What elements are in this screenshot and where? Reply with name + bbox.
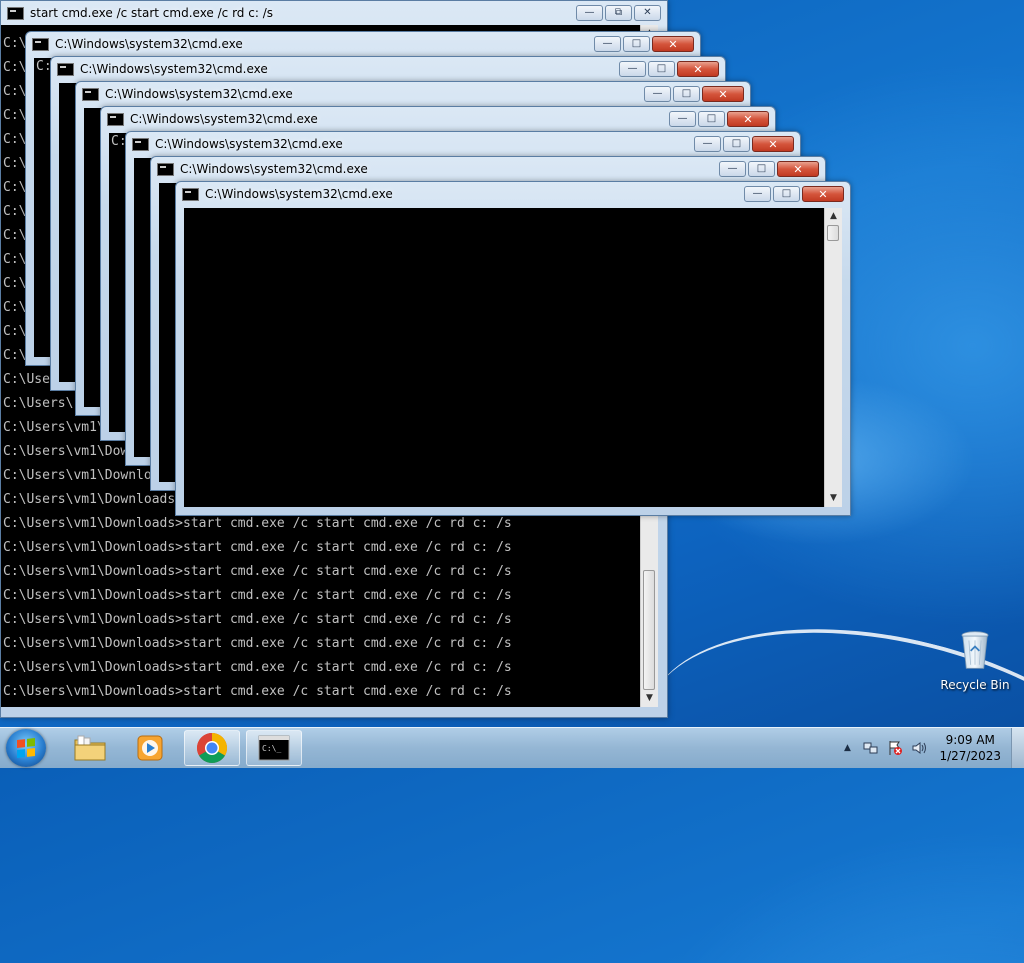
close-button[interactable]: ✕ — [752, 136, 794, 152]
cmd-icon — [132, 137, 149, 151]
minimize-button[interactable]: — — [594, 36, 621, 52]
recycle-bin-label: Recycle Bin — [940, 678, 1010, 692]
scroll-down-arrow-icon[interactable]: ▼ — [641, 690, 658, 707]
recycle-bin-desktop-icon[interactable]: Recycle Bin — [940, 630, 1010, 692]
vertical-scrollbar[interactable]: ▲ ▼ — [824, 208, 842, 507]
maximize-button[interactable]: □ — [773, 186, 800, 202]
cmd-window-title: C:\Windows\system32\cmd.exe — [205, 187, 393, 201]
close-button[interactable]: ✕ — [634, 5, 661, 21]
restore-button[interactable]: ⧉ — [605, 5, 632, 21]
scroll-down-arrow-icon[interactable]: ▼ — [825, 490, 842, 507]
cmd-window-titlebar[interactable]: C:\Windows\system32\cmd.exe — □ ✕ — [126, 132, 800, 156]
base-cmd-title: start cmd.exe /c start cmd.exe /c rd c: … — [30, 6, 273, 20]
maximize-button[interactable]: □ — [648, 61, 675, 77]
action-center-flag-icon[interactable] — [887, 740, 903, 756]
cmd-window-7[interactable]: C:\Windows\system32\cmd.exe — □ ✕ ▲ ▼ — [175, 181, 851, 516]
console-line: C:\Users\vm1\Downloads>start cmd.exe /c … — [3, 612, 512, 627]
console-line: C:\Users\vm1\Downloads>start cmd.exe /c … — [3, 684, 512, 699]
folder-icon — [74, 735, 106, 761]
console-line: C:\Users\vm1\Downloads>start cmd.exe /c … — [3, 636, 512, 651]
cmd-window-title: C:\Windows\system32\cmd.exe — [130, 112, 318, 126]
close-button[interactable]: ✕ — [777, 161, 819, 177]
cmd-window-title: C:\Windows\system32\cmd.exe — [55, 37, 243, 51]
taskbar: C:\_ ▲ 9:09 AM 1/27/2023 — [0, 727, 1024, 768]
close-button[interactable]: ✕ — [802, 186, 844, 202]
cmd-window-titlebar[interactable]: C:\Windows\system32\cmd.exe — □ ✕ — [101, 107, 775, 131]
minimize-button[interactable]: — — [744, 186, 771, 202]
cmd-window-titlebar[interactable]: C:\Windows\system32\cmd.exe — □ ✕ — [76, 82, 750, 106]
start-button[interactable] — [6, 729, 46, 767]
console-area[interactable]: ▲ ▼ — [184, 208, 842, 507]
cmd-icon — [107, 112, 124, 126]
minimize-button[interactable]: — — [694, 136, 721, 152]
system-tray: ▲ 9:09 AM 1/27/2023 — [835, 728, 1024, 768]
taskbar-explorer-button[interactable] — [62, 730, 118, 766]
cmd-window-title: C:\Windows\system32\cmd.exe — [180, 162, 368, 176]
cmd-window-title: C:\Windows\system32\cmd.exe — [105, 87, 293, 101]
windows-flag-icon — [17, 738, 35, 758]
minimize-button[interactable]: — — [719, 161, 746, 177]
scroll-thumb[interactable] — [827, 225, 839, 241]
cmd-icon — [57, 62, 74, 76]
media-player-icon — [137, 735, 163, 761]
close-button[interactable]: ✕ — [702, 86, 744, 102]
console-line: C:\Users\vm1\Downloads>start cmd.exe /c … — [3, 564, 512, 579]
close-button[interactable]: ✕ — [652, 36, 694, 52]
cmd-window-title: C:\Windows\system32\cmd.exe — [80, 62, 268, 76]
close-button[interactable]: ✕ — [677, 61, 719, 77]
cmd-window-titlebar[interactable]: C:\Windows\system32\cmd.exe — □ ✕ — [176, 182, 850, 206]
cmd-window-titlebar[interactable]: C:\Windows\system32\cmd.exe — □ ✕ — [51, 57, 725, 81]
minimize-button[interactable]: — — [619, 61, 646, 77]
svg-text:C:\_: C:\_ — [262, 744, 281, 753]
taskbar-chrome-button[interactable] — [184, 730, 240, 766]
cmd-window-title: C:\Windows\system32\cmd.exe — [155, 137, 343, 151]
cmd-icon — [82, 87, 99, 101]
console-line: C:\Users\vm1\Downloads>start cmd.exe /c … — [3, 588, 512, 603]
show-desktop-button[interactable] — [1011, 728, 1024, 768]
cmd-icon — [7, 6, 24, 20]
console-line: C:\Users\vm1\Downloads>start cmd.exe /c … — [3, 660, 512, 675]
scroll-up-arrow-icon[interactable]: ▲ — [825, 208, 842, 225]
taskbar-media-player-button[interactable] — [122, 730, 178, 766]
scroll-thumb[interactable] — [643, 570, 655, 690]
cmd-window-titlebar[interactable]: C:\Windows\system32\cmd.exe — □ ✕ — [151, 157, 825, 181]
minimize-button[interactable]: — — [669, 111, 696, 127]
show-hidden-icons-chevron-icon[interactable]: ▲ — [839, 740, 855, 756]
maximize-button[interactable]: □ — [723, 136, 750, 152]
maximize-button[interactable]: □ — [623, 36, 650, 52]
clock[interactable]: 9:09 AM 1/27/2023 — [939, 732, 1001, 764]
clock-date: 1/27/2023 — [939, 749, 1001, 763]
maximize-button[interactable]: □ — [698, 111, 725, 127]
maximize-button[interactable]: □ — [748, 161, 775, 177]
base-cmd-titlebar[interactable]: start cmd.exe /c start cmd.exe /c rd c: … — [1, 1, 667, 25]
cmd-window-titlebar[interactable]: C:\Windows\system32\cmd.exe — □ ✕ — [26, 32, 700, 56]
volume-icon[interactable] — [911, 740, 927, 756]
cmd-icon — [157, 162, 174, 176]
close-button[interactable]: ✕ — [727, 111, 769, 127]
recycle-bin-icon — [961, 631, 989, 669]
console-line: C:\Users\vm1\Downloads>start cmd.exe /c … — [3, 540, 512, 555]
maximize-button[interactable]: □ — [673, 86, 700, 102]
taskbar-command-prompt-button[interactable]: C:\_ — [246, 730, 302, 766]
minimize-button[interactable]: — — [644, 86, 671, 102]
minimize-button[interactable]: — — [576, 5, 603, 21]
network-icon[interactable] — [863, 740, 879, 756]
command-prompt-icon: C:\_ — [258, 735, 290, 761]
cmd-icon — [182, 187, 199, 201]
clock-time: 9:09 AM — [945, 733, 995, 747]
cmd-icon — [32, 37, 49, 51]
chrome-icon — [196, 733, 228, 764]
